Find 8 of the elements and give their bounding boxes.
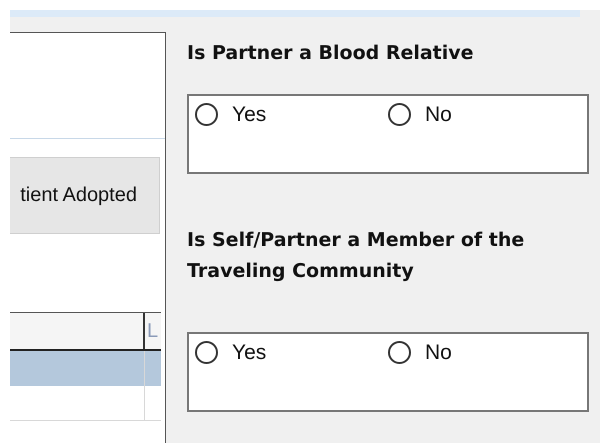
radio-option[interactable]: Yes — [195, 340, 388, 365]
question-title: Is Self/Partner a Member of the Traveling Community — [187, 228, 526, 284]
radio-option[interactable]: No — [388, 102, 581, 127]
radio-option[interactable]: Yes — [195, 102, 388, 127]
radio-option[interactable]: No — [388, 340, 581, 365]
table-row[interactable] — [10, 351, 161, 386]
question-title: Is Partner a Blood Relative — [187, 41, 475, 66]
patient-adopted-button[interactable]: tient Adopted — [10, 157, 160, 234]
